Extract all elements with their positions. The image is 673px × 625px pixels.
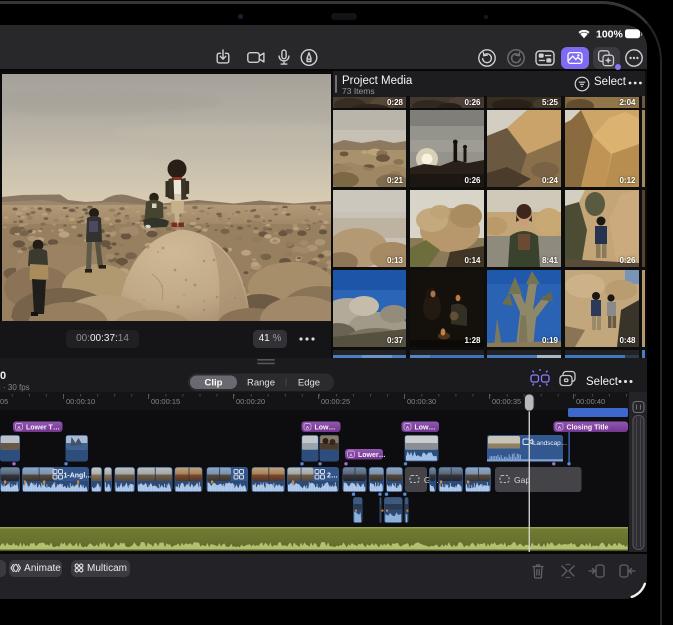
svg-text:A: A (406, 425, 410, 431)
svg-text:00:00:30: 00:00:30 (407, 397, 436, 406)
svg-text:0: 0 (0, 370, 6, 382)
svg-text:1-Angl…: 1-Angl… (64, 473, 93, 480)
svg-text:Clip: Clip (205, 378, 223, 389)
svg-text:2…: 2… (327, 473, 338, 480)
svg-text:100%: 100% (596, 29, 624, 41)
svg-text:A: A (349, 452, 353, 458)
svg-text:00:00:15: 00:00:15 (151, 397, 180, 406)
svg-text:00:00:10: 00:00:10 (66, 397, 95, 406)
svg-text:00:00:20: 00:00:20 (236, 397, 265, 406)
svg-text:05: 05 (0, 397, 8, 406)
svg-text:A: A (17, 425, 21, 431)
svg-text:00:00:35: 00:00:35 (492, 397, 521, 406)
svg-text:00:00:40: 00:00:40 (576, 397, 605, 406)
svg-text:Select: Select (586, 376, 619, 388)
svg-text:Closing Title: Closing Title (567, 424, 609, 431)
svg-text:· 30 fps: · 30 fps (3, 383, 30, 392)
svg-text:A: A (306, 425, 310, 431)
svg-text:Gap: Gap (514, 475, 530, 485)
svg-text:Lower T…: Lower T… (26, 424, 60, 431)
svg-text:Range: Range (247, 378, 275, 389)
svg-text:Landscap…: Landscap… (533, 440, 567, 447)
svg-text:Low…: Low… (415, 424, 436, 431)
svg-text:Edge: Edge (298, 378, 320, 389)
svg-text:A: A (558, 425, 562, 431)
svg-text:00:00:25: 00:00:25 (321, 397, 350, 406)
svg-text:Lower…: Lower… (358, 452, 386, 459)
svg-text:Low…: Low… (315, 424, 336, 431)
